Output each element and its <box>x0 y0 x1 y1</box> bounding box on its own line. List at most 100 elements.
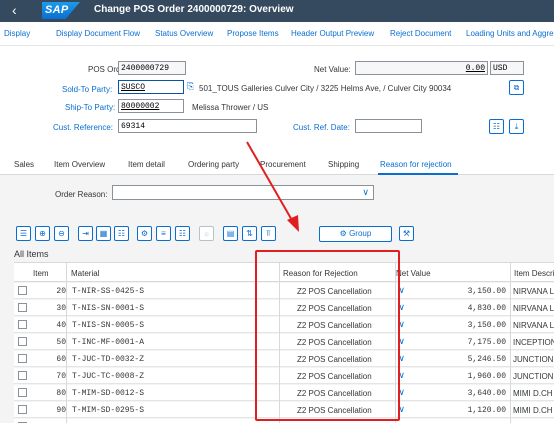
material-id: T-NIR-SS-0425-S <box>72 287 145 296</box>
row-checkbox[interactable] <box>18 320 27 329</box>
status-overview-button[interactable]: Status Overview <box>155 29 213 38</box>
net-value-cell: 5,246.50 <box>467 355 506 364</box>
item-description: INCEPTION <box>513 338 554 347</box>
currency-field[interactable]: USD <box>490 61 524 75</box>
select-all-icon[interactable]: ▦ <box>96 226 111 241</box>
documents-icon[interactable]: ⧉ <box>509 80 524 95</box>
column-divider <box>66 262 67 423</box>
col-item[interactable]: Item <box>33 269 49 278</box>
col-material[interactable]: Material <box>71 269 99 278</box>
pos-order-field[interactable]: 2400000729 <box>118 61 186 75</box>
highlight-box <box>255 250 400 421</box>
item-number: 90 <box>56 406 66 415</box>
row-checkbox[interactable] <box>18 354 27 363</box>
item-description: MIMI D.CH <box>513 406 553 415</box>
insert-row-icon[interactable]: ⇥ <box>78 226 93 241</box>
col-item-description[interactable]: Item Descri <box>514 269 554 278</box>
group-icon: ⚙ <box>339 229 350 238</box>
tab-ordering-party[interactable]: Ordering party <box>188 160 239 169</box>
filter-icon[interactable]: ⫪ <box>261 226 276 241</box>
download-icon[interactable]: ⤓ <box>509 119 524 134</box>
table-settings-icon[interactable]: ▤ <box>223 226 238 241</box>
copy-icon[interactable]: ⎘ <box>187 81 194 92</box>
net-value-cell: 1,120.00 <box>467 406 506 415</box>
ship-to-party-text: Melissa Thrower / US <box>192 103 269 112</box>
order-reason-dropdown[interactable]: ∨ <box>112 185 374 200</box>
reject-document-button[interactable]: Reject Document <box>390 29 451 38</box>
group-button[interactable]: ⚙ Group <box>319 226 392 242</box>
net-value-cell: 3,640.00 <box>467 389 506 398</box>
row-checkbox[interactable] <box>18 388 27 397</box>
sold-to-party-label[interactable]: Sold-To Party: <box>62 85 112 94</box>
tab-item-overview[interactable]: Item Overview <box>54 160 105 169</box>
configuration-icon[interactable]: ⚙ <box>137 226 152 241</box>
tab-item-detail[interactable]: Item detail <box>128 160 165 169</box>
availability-icon: ☼ <box>199 226 214 241</box>
cust-reference-label[interactable]: Cust. Reference: <box>53 123 113 132</box>
back-icon[interactable]: ‹ <box>12 3 17 17</box>
sold-to-party-field[interactable]: SUSCO <box>118 80 184 94</box>
item-number: 40 <box>56 321 66 330</box>
material-id: T-MIM-SD-0295-S <box>72 406 145 415</box>
material-id: T-NIS-SN-0001-S <box>72 304 145 313</box>
display-button[interactable]: Display <box>4 29 30 38</box>
material-id: T-JUC-TC-0008-Z <box>72 372 145 381</box>
row-checkbox[interactable] <box>18 371 27 380</box>
wrench-icon[interactable]: ⚒ <box>399 226 414 241</box>
deselect-all-icon[interactable]: ☷ <box>114 226 129 241</box>
sort-icon[interactable]: ⇅ <box>242 226 257 241</box>
row-checkbox[interactable] <box>18 303 27 312</box>
chevron-down-icon[interactable]: ∨ <box>362 187 369 198</box>
cust-ref-date-field[interactable] <box>355 119 422 133</box>
material-id: T-INC-MF-0001-A <box>72 338 145 347</box>
material-id: T-JUC-TD-0032-Z <box>72 355 145 364</box>
cust-ref-date-label[interactable]: Cust. Ref. Date: <box>293 123 350 132</box>
add-row-icon[interactable]: ⊕ <box>35 226 50 241</box>
ship-to-party-label[interactable]: Ship-To Party: <box>65 103 115 112</box>
material-id: T-MIM-SD-0012-S <box>72 389 145 398</box>
item-description: JUNCTION <box>513 372 554 381</box>
schedule-lines-icon[interactable]: ☷ <box>175 226 190 241</box>
tab-reason-for-rejection[interactable]: Reason for rejection <box>380 160 452 169</box>
item-number: 20 <box>56 287 66 296</box>
tab-strip: Sales Item Overview Item detail Ordering… <box>0 155 554 175</box>
item-number: 50 <box>56 338 66 347</box>
item-number: 70 <box>56 372 66 381</box>
item-number: 30 <box>56 304 66 313</box>
col-net-value[interactable]: Net Value <box>396 269 431 278</box>
tab-shipping[interactable]: Shipping <box>328 160 359 169</box>
net-value-cell: 3,150.00 <box>467 287 506 296</box>
tab-sales[interactable]: Sales <box>14 160 34 169</box>
delete-row-icon[interactable]: ⊖ <box>54 226 69 241</box>
item-description: NIRVANA L <box>513 304 554 313</box>
item-description: NIRVANA L <box>513 321 554 330</box>
page-title: Change POS Order 2400000729: Overview <box>94 4 294 15</box>
group-button-label: Group <box>349 229 372 238</box>
item-description: JUNCTION <box>513 355 554 364</box>
display-document-flow-button[interactable]: Display Document Flow <box>56 29 140 38</box>
item-description: MIMI D.CH <box>513 389 553 398</box>
pricing-icon[interactable]: ≡ <box>156 226 171 241</box>
order-reason-label: Order Reason: <box>55 190 108 199</box>
propose-items-button[interactable]: Propose Items <box>227 29 279 38</box>
row-checkbox[interactable] <box>18 337 27 346</box>
details-icon[interactable]: ☰ <box>16 226 31 241</box>
net-value-cell: 4,830.00 <box>467 304 506 313</box>
sap-logo[interactable]: SAP <box>42 2 80 19</box>
net-value-cell: 7,175.00 <box>467 338 506 347</box>
notes-icon[interactable]: ☷ <box>489 119 504 134</box>
cust-reference-field[interactable]: 69314 <box>118 119 257 133</box>
ship-to-party-field[interactable]: 80000002 <box>118 99 184 113</box>
tab-procurement[interactable]: Procurement <box>260 160 306 169</box>
loading-units-button[interactable]: Loading Units and Aggre <box>466 29 554 38</box>
net-value-label: Net Value: <box>314 65 351 74</box>
row-checkbox[interactable] <box>18 405 27 414</box>
item-number: 80 <box>56 389 66 398</box>
material-id: T-NIS-SN-0005-S <box>72 321 145 330</box>
net-value-cell: 1,960.00 <box>467 372 506 381</box>
row-checkbox[interactable] <box>18 286 27 295</box>
app-toolbar: Display Display Document Flow Status Ove… <box>0 22 554 46</box>
column-divider <box>510 262 511 423</box>
header-output-preview-button[interactable]: Header Output Preview <box>291 29 374 38</box>
net-value-field[interactable]: 0.00 <box>355 61 488 75</box>
